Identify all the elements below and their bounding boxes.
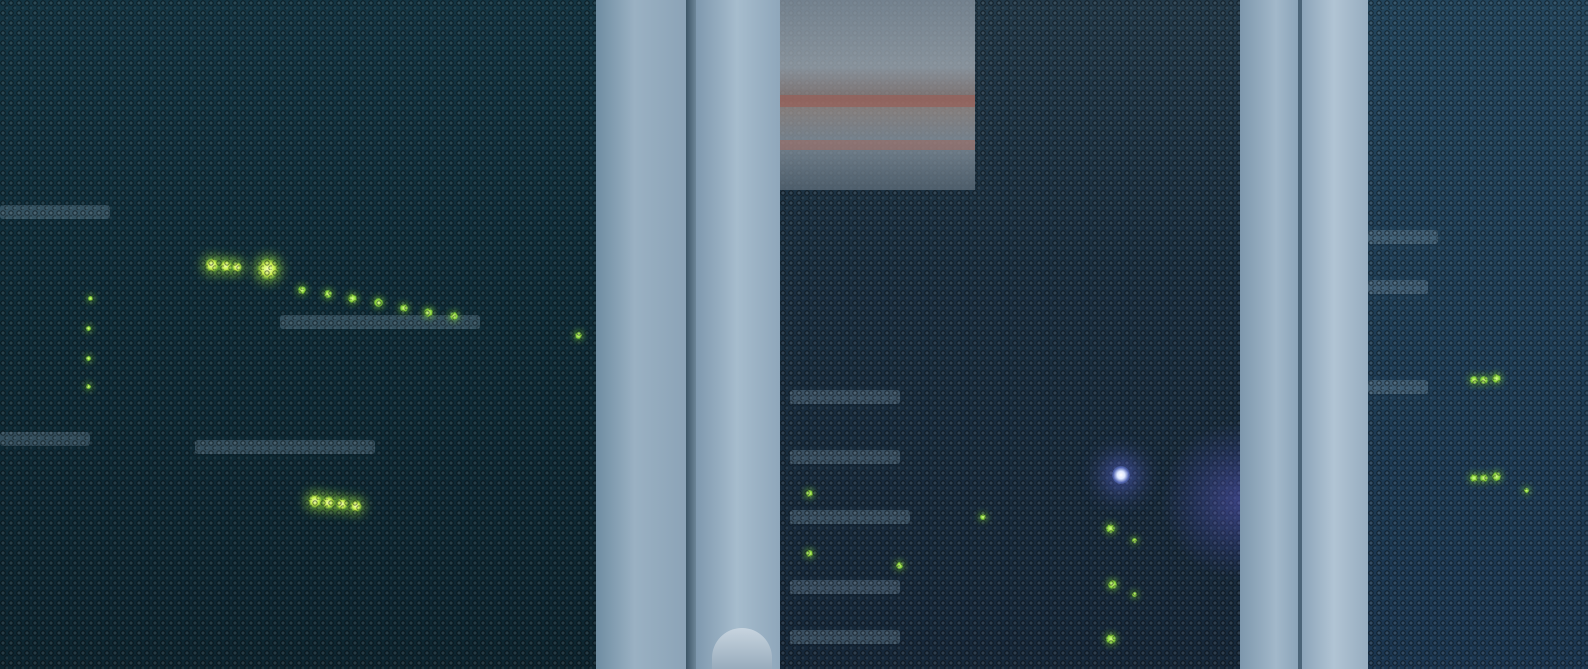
server-rail [790,390,900,404]
rack-door-frame [596,0,692,669]
right-rack-door [1368,0,1588,669]
status-led [450,312,458,320]
window-reflection [780,140,975,150]
status-led [86,356,91,361]
status-led [400,304,408,312]
status-led [1470,376,1478,384]
status-led [205,258,219,272]
server-rail [790,630,900,644]
left-rack-door [0,0,600,669]
status-led [324,290,332,298]
status-led [298,286,306,294]
status-led [1470,474,1478,482]
status-led [1480,474,1488,482]
status-led [1492,374,1501,383]
status-led [322,496,335,509]
server-rail [1368,280,1428,294]
server-rail [0,432,90,446]
status-led [308,494,322,508]
status-led [575,332,582,339]
status-led [374,298,383,307]
status-led [896,562,903,569]
blue-status-led [1112,466,1130,484]
status-led [806,550,813,557]
rack-door-edge [686,0,696,669]
perforated-mesh [0,0,600,669]
window-reflection [780,95,975,107]
server-rack-photo [0,0,1588,669]
server-rail [0,205,110,219]
status-led [1524,488,1529,493]
status-led [424,308,433,317]
status-led [86,326,91,331]
server-rail [790,580,900,594]
status-led [257,258,279,280]
rack-door-frame [1300,0,1368,669]
status-led [336,498,348,510]
rack-door-frame [694,0,780,669]
status-led [232,262,242,272]
server-rail [790,450,900,464]
server-rail [790,510,910,524]
status-led [1106,524,1115,533]
status-led [220,260,232,272]
server-rail [195,440,375,454]
status-led [350,500,362,512]
status-led [1480,376,1488,384]
rack-door-frame [1240,0,1300,669]
status-led [1132,538,1137,543]
status-led [1492,472,1501,481]
rack-door-gap [1298,0,1302,669]
status-led [1132,592,1137,597]
status-led [88,296,93,301]
server-rail [1368,380,1428,394]
status-led [86,384,91,389]
status-led [348,294,357,303]
status-led [1106,634,1116,644]
status-led [806,490,813,497]
status-led [980,514,986,520]
server-rail [1368,230,1438,244]
status-led [1108,580,1117,589]
perforated-mesh [1368,0,1588,669]
